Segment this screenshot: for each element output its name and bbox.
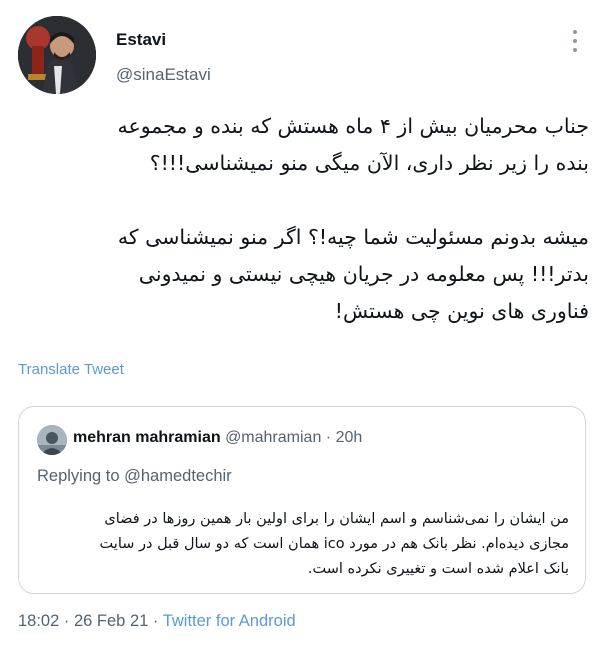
quoted-header: mehran mahramian @mahramian · 20h xyxy=(73,429,362,447)
more-options-icon[interactable] xyxy=(566,28,584,54)
quoted-handle[interactable]: @mahramian xyxy=(225,429,321,446)
more-dot xyxy=(573,30,577,34)
quoted-author-avatar[interactable] xyxy=(37,425,67,455)
translate-tweet-link[interactable]: Translate Tweet xyxy=(18,361,124,378)
meta-separator: · xyxy=(152,612,159,630)
tweet-text: جناب محرمیان بیش از ۴ ماه هستش که بنده و… xyxy=(117,114,589,323)
tweet-source-link[interactable]: Twitter for Android xyxy=(163,612,296,630)
tweet-meta: 18:02 · 26 Feb 21 · Twitter for Android xyxy=(18,612,296,631)
profile-photo-icon xyxy=(18,16,96,94)
tweet-time[interactable]: 18:02 xyxy=(18,612,59,630)
more-dot xyxy=(573,48,577,52)
quoted-separator: · xyxy=(325,429,332,446)
quoted-display-name[interactable]: mehran mahramian xyxy=(73,429,221,446)
replying-to: Replying to @hamedtechir xyxy=(37,467,232,485)
quoted-tweet[interactable]: mehran mahramian @mahramian · 20h Replyi… xyxy=(18,406,586,594)
meta-separator: · xyxy=(63,612,70,630)
quoted-text: من ایشان را نمی‌شناسم و اسم ایشان را برا… xyxy=(99,511,569,577)
tweet-card: Estavi @sinaEstavi جناب محرمیان بیش از ۴… xyxy=(0,0,605,650)
profile-photo-icon xyxy=(37,425,67,455)
author-avatar[interactable] xyxy=(18,16,96,94)
author-handle[interactable]: @sinaEstavi xyxy=(116,65,211,85)
tweet-date[interactable]: 26 Feb 21 xyxy=(74,612,148,630)
quoted-time[interactable]: 20h xyxy=(336,429,363,446)
more-dot xyxy=(573,39,577,43)
author-display-name[interactable]: Estavi xyxy=(116,30,166,50)
